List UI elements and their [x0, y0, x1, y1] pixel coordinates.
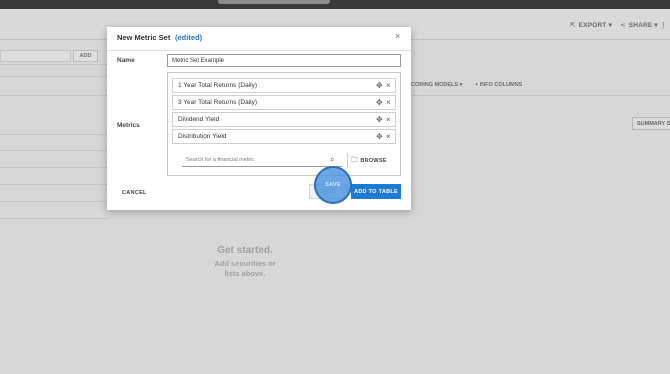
folder-icon: 🗀	[351, 157, 359, 164]
metric-item: Dividend Yield ✥ ×	[172, 112, 396, 127]
edited-badge: (edited)	[175, 33, 203, 42]
empty-line-2: lists above.	[224, 269, 266, 278]
remove-icon[interactable]: ×	[386, 81, 391, 90]
name-field[interactable]: Metric Set Example	[167, 54, 401, 67]
metric-item: Distribution Yield ✥ ×	[172, 129, 396, 144]
summary-button[interactable]: SUMMARY S	[632, 117, 670, 130]
dialog-title: New Metric Set	[117, 33, 171, 42]
browse-button[interactable]: 🗀 BROWSE	[351, 156, 387, 167]
metric-label: Distribution Yield	[178, 133, 227, 140]
metric-search-input[interactable]: Search for a financial metric ⌕	[182, 154, 342, 167]
drag-handle-icon[interactable]: ✥	[376, 81, 383, 90]
top-strip	[0, 0, 670, 9]
remove-icon[interactable]: ×	[386, 98, 391, 107]
metric-label: 1 Year Total Returns (Daily)	[178, 82, 258, 89]
share-icon: ⋖	[620, 22, 626, 29]
empty-heading: Get started.	[217, 245, 273, 256]
divider	[347, 153, 348, 168]
metrics-list: 1 Year Total Returns (Daily) ✥ × 3 Year …	[167, 72, 401, 176]
add-to-table-button[interactable]: ADD TO TABLE	[351, 184, 401, 199]
divider	[0, 184, 108, 185]
metric-label: 3 Year Total Returns (Daily)	[178, 99, 258, 106]
click-indicator: SAVE	[314, 166, 352, 204]
metric-label: Dividend Yield	[178, 116, 220, 123]
export-button[interactable]: ⇱ EXPORT ▾	[570, 21, 612, 29]
drag-handle-icon[interactable]: ✥	[376, 115, 383, 124]
tab-info-columns[interactable]: + INFO COLUMNS	[475, 82, 522, 88]
divider	[0, 150, 108, 151]
empty-line-1: Add securities or	[214, 259, 276, 268]
search-placeholder: Search for a financial metric	[186, 157, 255, 163]
divider	[0, 167, 108, 168]
search-icon: ⌕	[330, 155, 335, 164]
divider	[0, 218, 108, 219]
drag-handle-icon[interactable]: ✥	[376, 132, 383, 141]
tab-scoring-models[interactable]: CORING MODELS ▾	[411, 82, 462, 88]
divider	[0, 134, 108, 135]
security-input[interactable]	[0, 50, 71, 62]
add-button[interactable]: ADD	[73, 50, 98, 62]
metrics-label: Metrics	[117, 122, 140, 129]
remove-icon[interactable]: ×	[386, 115, 391, 124]
cancel-button[interactable]: CANCEL	[122, 190, 147, 196]
more-icon[interactable]: ⋮	[660, 21, 667, 29]
divider	[107, 50, 411, 51]
top-tab	[218, 0, 330, 4]
drag-handle-icon[interactable]: ✥	[376, 98, 383, 107]
export-icon: ⇱	[570, 22, 576, 29]
close-icon[interactable]: ×	[395, 32, 400, 41]
empty-state: Get started. Add securities or lists abo…	[195, 245, 295, 279]
metric-item: 1 Year Total Returns (Daily) ✥ ×	[172, 78, 396, 93]
divider	[0, 201, 108, 202]
name-label: Name	[117, 57, 135, 64]
metric-set-dialog: New Metric Set (edited) × Name Metric Se…	[107, 27, 411, 210]
share-button[interactable]: ⋖ SHARE ▾	[620, 21, 658, 29]
divider	[0, 76, 108, 77]
divider	[0, 64, 108, 65]
metric-item: 3 Year Total Returns (Daily) ✥ ×	[172, 95, 396, 110]
remove-icon[interactable]: ×	[386, 132, 391, 141]
